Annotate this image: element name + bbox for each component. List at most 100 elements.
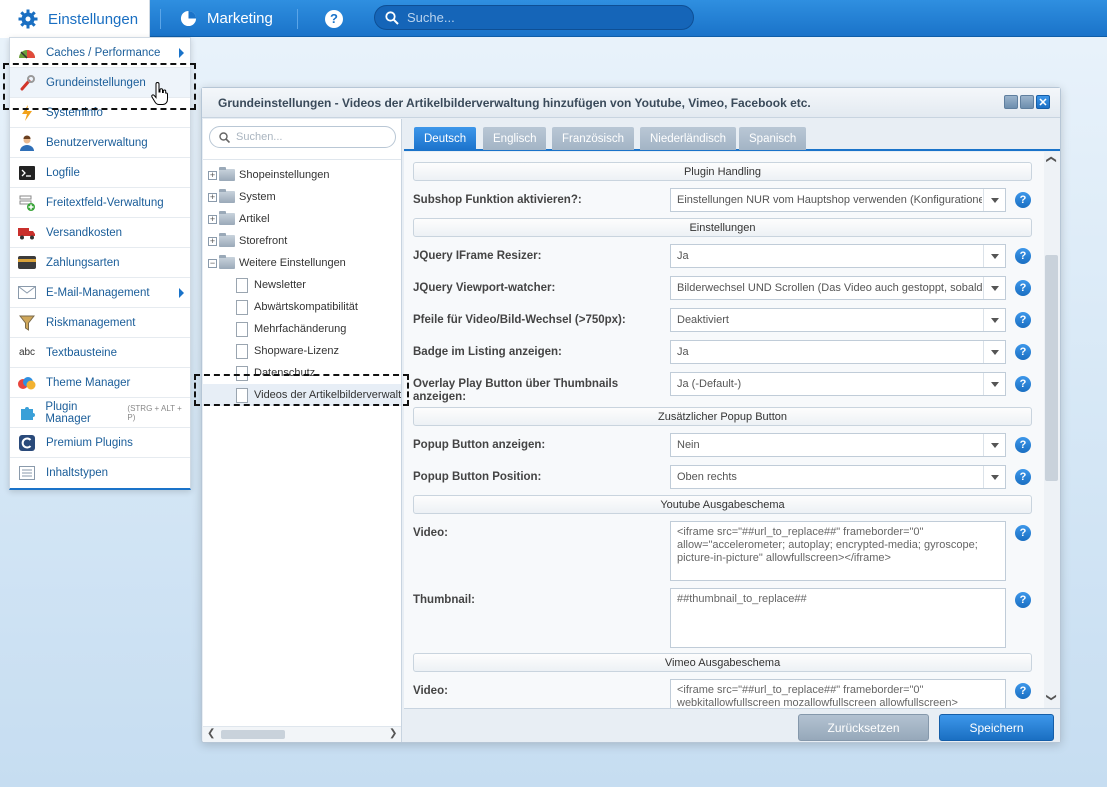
tree-leaf-datenschutz[interactable]: Datenschutz bbox=[203, 362, 401, 384]
help-icon[interactable]: ? bbox=[1015, 683, 1031, 699]
separator bbox=[297, 9, 298, 29]
collapse-toggle[interactable]: − bbox=[208, 258, 217, 268]
scroll-right-icon[interactable]: ❯ bbox=[389, 728, 397, 739]
chevron-down-icon[interactable] bbox=[983, 373, 1005, 395]
iframe-resizer-select[interactable]: Ja bbox=[670, 244, 1006, 268]
menu-item-benutzerverwaltung[interactable]: Benutzerverwaltung bbox=[10, 128, 190, 158]
tree-search-input[interactable] bbox=[236, 131, 386, 143]
field-label-subshop: Subshop Funktion aktivieren?: bbox=[413, 194, 582, 206]
chevron-down-icon[interactable] bbox=[983, 466, 1005, 488]
viewport-watcher-select[interactable]: Bilderwechsel UND Scrollen (Das Video au… bbox=[670, 276, 1006, 300]
popup-position-select[interactable]: Oben rechts bbox=[670, 465, 1006, 489]
global-search-input[interactable] bbox=[407, 10, 677, 25]
vimeo-video-textarea[interactable]: <iframe src="##url_to_replace##" framebo… bbox=[670, 679, 1006, 708]
form-vertical-scrollbar[interactable]: ❮ ❯ bbox=[1044, 152, 1060, 708]
close-button[interactable]: ✕ bbox=[1036, 95, 1050, 109]
settings-menu-button[interactable]: Einstellungen bbox=[0, 0, 150, 38]
tab-franzoesisch[interactable]: Französisch bbox=[552, 127, 634, 150]
tree-leaf-newsletter[interactable]: Newsletter bbox=[203, 274, 401, 296]
expand-toggle[interactable]: + bbox=[208, 236, 217, 246]
scrollbar-thumb[interactable] bbox=[221, 730, 285, 739]
tree-node-storefront[interactable]: + Storefront bbox=[203, 230, 401, 252]
tree-node-label: Abwärtskompatibilität bbox=[254, 301, 358, 313]
popup-show-select[interactable]: Nein bbox=[670, 433, 1006, 457]
menu-item-email-management[interactable]: E-Mail-Management bbox=[10, 278, 190, 308]
scroll-up-icon[interactable]: ❮ bbox=[1046, 155, 1057, 163]
save-button[interactable]: Speichern bbox=[939, 714, 1054, 741]
help-button[interactable]: ? bbox=[325, 0, 343, 37]
tab-spanisch[interactable]: Spanisch bbox=[739, 127, 807, 150]
help-icon[interactable]: ? bbox=[1015, 312, 1031, 328]
help-icon[interactable]: ? bbox=[1015, 592, 1031, 608]
tree-node-artikel[interactable]: + Artikel bbox=[203, 208, 401, 230]
tab-englisch[interactable]: Englisch bbox=[483, 127, 547, 150]
badge-select[interactable]: Ja bbox=[670, 340, 1006, 364]
tree-search-field[interactable] bbox=[209, 126, 396, 148]
overlay-select[interactable]: Ja (-Default-) bbox=[670, 372, 1006, 396]
menu-item-theme-manager[interactable]: Theme Manager bbox=[10, 368, 190, 398]
menu-item-premium-plugins[interactable]: Premium Plugins bbox=[10, 428, 190, 458]
menu-item-riskmanagement[interactable]: Riskmanagement bbox=[10, 308, 190, 338]
marketing-menu-button[interactable]: Marketing bbox=[160, 0, 273, 37]
help-icon[interactable]: ? bbox=[1015, 376, 1031, 392]
tree-leaf-abwaertskompatibilitaet[interactable]: Abwärtskompatibilität bbox=[203, 296, 401, 318]
palette-icon bbox=[18, 374, 36, 392]
chevron-down-icon[interactable] bbox=[983, 189, 1005, 211]
chevron-down-icon[interactable] bbox=[983, 277, 1005, 299]
menu-item-textbausteine[interactable]: abc Textbausteine bbox=[10, 338, 190, 368]
reset-button[interactable]: Zurücksetzen bbox=[798, 714, 929, 741]
menu-item-versandkosten[interactable]: Versandkosten bbox=[10, 218, 190, 248]
tree-node-system[interactable]: + System bbox=[203, 186, 401, 208]
document-icon bbox=[236, 343, 248, 359]
scroll-down-icon[interactable]: ❯ bbox=[1046, 693, 1057, 701]
chevron-down-icon[interactable] bbox=[983, 245, 1005, 267]
chevron-down-icon[interactable] bbox=[983, 434, 1005, 456]
chevron-down-icon[interactable] bbox=[983, 341, 1005, 363]
help-icon[interactable]: ? bbox=[1015, 525, 1031, 541]
wrench-icon bbox=[18, 74, 36, 92]
menu-item-inhaltstypen[interactable]: Inhaltstypen bbox=[10, 458, 190, 488]
expand-toggle[interactable]: + bbox=[208, 170, 217, 180]
tree-leaf-shopware-lizenz[interactable]: Shopware-Lizenz bbox=[203, 340, 401, 362]
expand-toggle[interactable]: + bbox=[208, 192, 217, 202]
scroll-left-icon[interactable]: ❮ bbox=[207, 728, 215, 739]
help-icon[interactable]: ? bbox=[1015, 344, 1031, 360]
funnel-icon bbox=[18, 314, 36, 332]
document-icon bbox=[236, 277, 248, 293]
field-label-badge: Badge im Listing anzeigen: bbox=[413, 346, 562, 358]
select-value: Nein bbox=[677, 439, 700, 451]
help-icon[interactable]: ? bbox=[1015, 469, 1031, 485]
youtube-video-textarea[interactable]: <iframe src="##url_to_replace##" framebo… bbox=[670, 521, 1006, 581]
help-icon[interactable]: ? bbox=[1015, 437, 1031, 453]
window-titlebar[interactable]: Grundeinstellungen - Videos der Artikelb… bbox=[202, 88, 1060, 118]
menu-item-logfile[interactable]: Logfile bbox=[10, 158, 190, 188]
tree-leaf-mehrfachaenderung[interactable]: Mehrfachänderung bbox=[203, 318, 401, 340]
help-icon[interactable]: ? bbox=[1015, 192, 1031, 208]
tree-node-shopeinstellungen[interactable]: + Shopeinstellungen bbox=[203, 164, 401, 186]
minimize-button[interactable] bbox=[1004, 95, 1018, 109]
menu-item-caches[interactable]: Caches / Performance bbox=[10, 38, 190, 68]
menu-item-label: Systeminfo bbox=[46, 106, 103, 119]
menu-item-zahlungsarten[interactable]: Zahlungsarten bbox=[10, 248, 190, 278]
maximize-button[interactable] bbox=[1020, 95, 1034, 109]
help-icon[interactable]: ? bbox=[1015, 280, 1031, 296]
youtube-thumbnail-textarea[interactable]: ##thumbnail_to_replace## bbox=[670, 588, 1006, 648]
tree-horizontal-scrollbar[interactable]: ❮ ❯ bbox=[203, 726, 401, 742]
expand-toggle[interactable]: + bbox=[208, 214, 217, 224]
subshop-select[interactable]: Einstellungen NUR vom Hauptshop verwende… bbox=[670, 188, 1006, 212]
menu-item-label: Freitextfeld-Verwaltung bbox=[46, 196, 164, 209]
help-icon[interactable]: ? bbox=[1015, 248, 1031, 264]
chevron-down-icon[interactable] bbox=[983, 309, 1005, 331]
tree-leaf-videos-artikelbilderverwaltung[interactable]: Videos der Artikelbilderverwalt bbox=[203, 384, 401, 406]
submenu-arrow-icon bbox=[179, 48, 184, 58]
tree-node-label: Videos der Artikelbilderverwalt bbox=[253, 389, 401, 401]
pfeile-select[interactable]: Deaktiviert bbox=[670, 308, 1006, 332]
settings-tree: + Shopeinstellungen + System + Artikel +… bbox=[203, 159, 401, 406]
menu-item-freitextfeld[interactable]: Freitextfeld-Verwaltung bbox=[10, 188, 190, 218]
tab-deutsch[interactable]: Deutsch bbox=[414, 127, 477, 150]
tree-node-weitere-einstellungen[interactable]: − Weitere Einstellungen bbox=[203, 252, 401, 274]
global-search[interactable] bbox=[374, 5, 694, 30]
scrollbar-thumb[interactable] bbox=[1045, 255, 1058, 481]
tab-niederlaendisch[interactable]: Niederländisch bbox=[640, 127, 737, 150]
menu-item-plugin-manager[interactable]: Plugin Manager (STRG + ALT + P) bbox=[10, 398, 190, 428]
